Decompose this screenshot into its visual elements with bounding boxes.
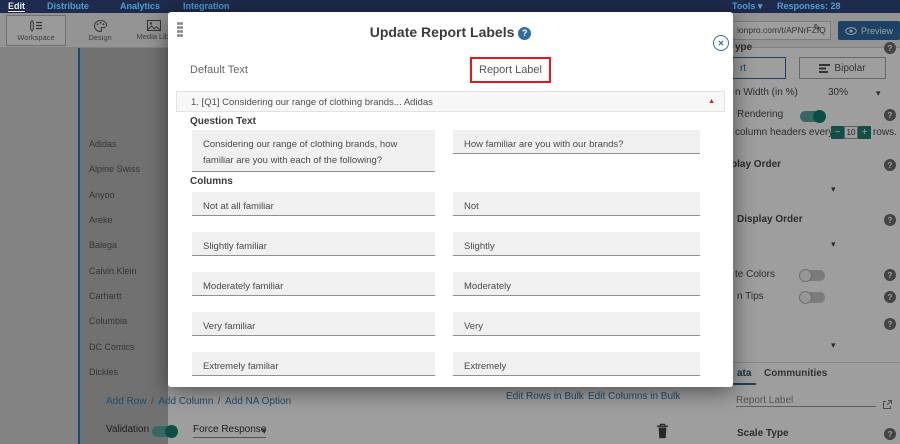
question-accordion-header[interactable]: 1. [Q1] Considering our range of clothin… [176, 91, 725, 112]
nav-analytics[interactable]: Analytics [120, 1, 160, 11]
nav-edit[interactable]: Edit [8, 1, 25, 12]
default-column-input[interactable]: Not at all familiar [192, 192, 435, 216]
help-icon[interactable]: ? [518, 27, 531, 40]
close-icon[interactable]: ✕ [713, 35, 729, 51]
default-column-input[interactable]: Moderately familiar [192, 272, 435, 296]
report-column-input[interactable]: Moderately [453, 272, 700, 296]
report-question-text-input[interactable]: How familiar are you with our brands? [453, 130, 700, 154]
default-column-input[interactable]: Slightly familiar [192, 232, 435, 256]
default-column-input[interactable]: Very familiar [192, 312, 435, 336]
columns-label: Columns [190, 176, 233, 187]
nav-distribute[interactable]: Distribute [47, 1, 89, 11]
question-text-label: Question Text [190, 116, 256, 127]
tools-caret-icon: ▾ [758, 1, 763, 11]
report-label-column-header-highlighted: Report Label [470, 57, 551, 83]
default-question-text-input[interactable]: Considering our range of clothing brands… [192, 130, 435, 172]
nav-tools[interactable]: Tools ▾ [732, 1, 762, 11]
app-window: Workspace Design Media Libr ionpro.com/t… [0, 0, 900, 444]
report-column-input[interactable]: Not [453, 192, 700, 216]
update-report-labels-modal: Update Report Labels ? ✕ Default Text Re… [168, 12, 733, 387]
question-accordion-title: 1. [Q1] Considering our range of clothin… [191, 97, 433, 108]
report-column-input[interactable]: Extremely [453, 352, 700, 376]
default-column-input[interactable]: Extremely familiar [192, 352, 435, 376]
modal-title: Update Report Labels ? [168, 24, 733, 40]
responses-count[interactable]: Responses: 28 [777, 1, 841, 11]
report-column-input[interactable]: Slightly [453, 232, 700, 256]
default-text-column-header: Default Text [190, 64, 248, 76]
nav-integration[interactable]: Integration [183, 1, 230, 11]
report-column-input[interactable]: Very [453, 312, 700, 336]
collapse-arrow-icon[interactable]: ▲ [708, 98, 715, 105]
